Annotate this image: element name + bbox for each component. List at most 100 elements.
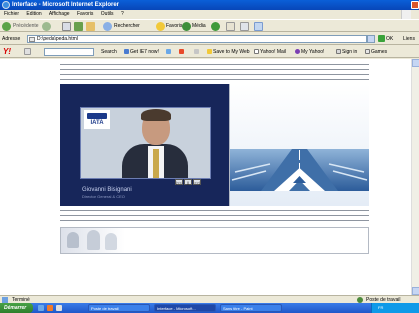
scroll-down-button[interactable]: [412, 287, 419, 295]
rewind-button[interactable]: |<<: [175, 179, 183, 185]
folder-icon: [207, 49, 212, 55]
pencil-icon[interactable]: [24, 48, 31, 55]
browser-window: Interface - Microsoft Internet Explorer …: [0, 0, 419, 313]
back-arrow-icon[interactable]: [2, 22, 11, 31]
forward-button[interactable]: >>|: [193, 179, 201, 185]
favorites-star-icon[interactable]: [156, 22, 165, 31]
menu-edition[interactable]: Edition: [26, 11, 41, 17]
yahoo-mail-button[interactable]: Yahoo! Mail: [254, 49, 286, 55]
vertical-scrollbar[interactable]: [411, 59, 419, 295]
person-silhouette: [87, 230, 100, 250]
my-yahoo-button[interactable]: My Yahoo!: [295, 49, 324, 55]
games-button[interactable]: Games: [365, 49, 387, 55]
taskbar: Démarrer Poste de travail Interface - Mi…: [0, 303, 419, 313]
edit-icon[interactable]: [254, 22, 263, 31]
stop-icon[interactable]: [62, 22, 71, 31]
address-input[interactable]: D:\peda\peda.html: [27, 35, 367, 43]
people-image: [61, 228, 125, 253]
iata-logo: IATA: [84, 110, 110, 129]
address-value: D:\peda\peda.html: [37, 36, 78, 42]
home-icon[interactable]: [86, 22, 95, 31]
pen-icon[interactable]: [194, 49, 200, 55]
refresh-icon[interactable]: [74, 22, 83, 31]
close-button[interactable]: [411, 1, 419, 9]
envelope-icon: [254, 49, 259, 55]
yahoo-search-button[interactable]: Search: [101, 49, 117, 55]
menu-affichage[interactable]: Affichage: [49, 11, 70, 17]
divider-line: [60, 74, 369, 75]
windows-logo: [401, 10, 411, 19]
games-icon: [365, 49, 370, 55]
go-arrow-icon: [378, 35, 385, 43]
address-bar: Adresse D:\peda\peda.html OK Liens: [0, 33, 419, 45]
address-dropdown-button[interactable]: [367, 35, 375, 43]
iata-logo-text: IATA: [90, 120, 104, 126]
ie-icon: [124, 49, 129, 55]
menu-favoris[interactable]: Favoris: [77, 11, 93, 17]
divider-line: [60, 79, 369, 80]
person-tie: [153, 149, 159, 178]
games-label: Games: [371, 49, 388, 55]
speaker-title: Director General & CEO: [82, 194, 125, 199]
divider-line: [60, 210, 369, 211]
title-bar: Interface - Microsoft Internet Explorer: [0, 0, 419, 10]
history-icon[interactable]: [211, 22, 220, 31]
menu-bar: Fichier Edition Affichage Favoris Outils…: [0, 10, 419, 19]
mail-icon[interactable]: [226, 22, 235, 31]
standard-toolbar: Précédente Rechercher Favoris Média: [0, 19, 419, 32]
star-icon: [179, 49, 184, 55]
go-label: OK: [386, 36, 394, 42]
window-title: Interface - Microsoft Internet Explorer: [12, 2, 120, 8]
my-yahoo-label: My Yahoo!: [301, 49, 325, 55]
runway-image: [230, 84, 369, 206]
media-button[interactable]: Média: [192, 22, 206, 31]
menu-help[interactable]: ?: [121, 11, 124, 17]
desktop-quicklaunch-icon[interactable]: [56, 305, 62, 311]
back-button[interactable]: Précédente: [13, 22, 39, 31]
speaker-name: Giovanni Bisignani: [82, 187, 132, 193]
links-button[interactable]: Liens: [403, 36, 415, 42]
status-bar: Terminé Poste de travail: [0, 295, 419, 303]
bookmark-plus-icon[interactable]: [166, 49, 172, 55]
taskbar-item-ie[interactable]: Interface - Microsoft...: [154, 304, 216, 312]
go-button[interactable]: OK: [378, 35, 393, 43]
search-icon[interactable]: [103, 22, 112, 31]
yahoo-mail-label: Yahoo! Mail: [260, 49, 287, 55]
yahoo-logo[interactable]: Y!: [3, 47, 11, 56]
get-ie7-link[interactable]: Get IE7 now!: [124, 49, 159, 55]
sign-in-label: Sign in: [342, 49, 358, 55]
page-icon: [29, 37, 35, 42]
person-hair: [141, 109, 171, 121]
divider-line: [60, 69, 369, 70]
media-quicklaunch-icon[interactable]: [47, 305, 53, 311]
person-silhouette: [105, 233, 117, 250]
system-tray: FR: [371, 303, 419, 313]
yahoo-toolbar: Y! Search Get IE7 now! Save to My Web Ya…: [0, 46, 419, 58]
media-icon[interactable]: [182, 22, 191, 31]
taskbar-item-paint[interactable]: Sans titre - Paint: [220, 304, 282, 312]
check-icon: [194, 49, 199, 55]
forward-arrow-icon[interactable]: [42, 22, 51, 31]
scroll-up-button[interactable]: [412, 59, 419, 67]
divider-line: [60, 64, 369, 65]
address-label: Adresse: [2, 36, 21, 42]
get-ie7-label: Get IE7 now!: [130, 49, 159, 55]
runway-illustration: [230, 84, 369, 206]
taskbar-item-my-computer[interactable]: Poste de travail: [88, 304, 150, 312]
print-icon[interactable]: [240, 22, 249, 31]
video-controls: |<< || >>|: [175, 179, 202, 185]
menu-fichier[interactable]: Fichier: [4, 11, 19, 17]
search-button[interactable]: Rechercher: [114, 22, 140, 31]
save-to-my-web-button[interactable]: Save to My Web: [207, 49, 250, 55]
shield-icon[interactable]: [179, 49, 185, 55]
yahoo-search-input[interactable]: [44, 48, 94, 56]
menu-outils[interactable]: Outils: [101, 11, 114, 17]
ie-quicklaunch-icon[interactable]: [38, 305, 44, 311]
favorites-button[interactable]: Favoris: [166, 22, 182, 31]
start-button[interactable]: Démarrer: [0, 303, 33, 313]
divider-line: [60, 215, 369, 216]
plus-icon: [166, 49, 171, 55]
sign-in-button[interactable]: Sign in: [336, 49, 357, 55]
user-icon: [336, 49, 341, 55]
pause-button[interactable]: ||: [184, 179, 192, 185]
